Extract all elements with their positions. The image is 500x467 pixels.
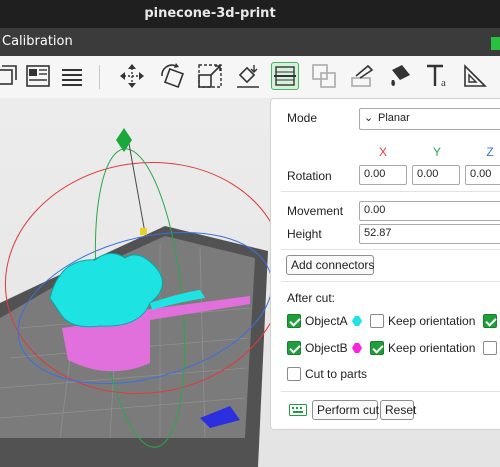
keep-orientation-b-checkbox[interactable] — [370, 341, 384, 355]
status-indicator — [491, 37, 500, 50]
rotation-z-input[interactable]: 0.00 — [465, 165, 500, 185]
mode-value: Planar — [378, 112, 410, 124]
reset-button[interactable]: Reset — [380, 400, 416, 420]
window-titlebar: pinecone-3d-print — [0, 0, 500, 28]
cut-plane-center-handle[interactable] — [140, 228, 147, 235]
scale-icon[interactable] — [196, 62, 224, 90]
cut-settings-panel: Mode ⌄ Planar X Y Z Rotation 0.00 0.00 0.… — [270, 98, 500, 430]
tab-bar: Calibration — [0, 28, 500, 56]
move-icon[interactable] — [118, 62, 146, 90]
cut-to-parts-checkbox[interactable] — [287, 367, 301, 381]
movement-input[interactable]: 0.00 — [359, 201, 500, 221]
main-toolbar: a — [0, 56, 500, 99]
after-cut-label: After cut: — [287, 291, 336, 305]
keyboard-icon[interactable] — [289, 404, 307, 416]
height-label: Height — [287, 227, 322, 241]
extra-option-a-checkbox[interactable] — [483, 314, 497, 328]
object-b-color-swatch — [352, 343, 362, 353]
object-a-color-swatch — [352, 316, 362, 326]
add-connectors-button[interactable]: Add connectors — [286, 255, 374, 275]
movement-label: Movement — [287, 204, 344, 218]
chevron-down-icon: ⌄ — [364, 112, 374, 124]
cut-axis-line — [127, 137, 146, 234]
divider — [281, 249, 500, 250]
object-a-checkbox[interactable] — [287, 314, 301, 328]
cut-to-parts-label: Cut to parts — [305, 367, 368, 381]
window-title: pinecone-3d-print — [144, 6, 276, 21]
divider — [281, 391, 500, 392]
tab-calibration[interactable]: Calibration — [2, 34, 73, 49]
rotation-x-input[interactable]: 0.00 — [359, 165, 407, 185]
axis-x-label: X — [378, 145, 387, 159]
rotation-label: Rotation — [287, 169, 332, 183]
list-icon[interactable] — [58, 62, 86, 90]
rotate-icon[interactable] — [158, 62, 186, 90]
boolean-icon[interactable] — [310, 62, 338, 90]
measure-icon[interactable] — [461, 62, 489, 90]
layout-icon[interactable] — [24, 62, 52, 90]
support-paint-icon[interactable] — [348, 62, 376, 90]
divider — [281, 281, 500, 282]
keep-orientation-b-label: Keep orientation — [388, 341, 476, 355]
divider — [281, 191, 500, 192]
axis-y-label: Y — [432, 145, 441, 159]
height-input[interactable]: 52.87 — [359, 224, 500, 244]
toolbar-separator — [99, 65, 100, 89]
object-b-label: ObjectB — [305, 341, 348, 355]
object-b-checkbox[interactable] — [287, 341, 301, 355]
arrange-icon[interactable] — [0, 62, 24, 90]
object-a-label: ObjectA — [305, 314, 348, 328]
keep-orientation-a-checkbox[interactable] — [370, 314, 384, 328]
rotation-y-input[interactable]: 0.00 — [412, 165, 460, 185]
extra-option-b-checkbox[interactable] — [483, 341, 497, 355]
mode-select[interactable]: ⌄ Planar — [359, 108, 500, 130]
keep-orientation-a-label: Keep orientation — [388, 314, 476, 328]
mode-label: Mode — [287, 111, 318, 125]
cut-icon[interactable] — [271, 62, 299, 90]
place-on-face-icon[interactable] — [234, 62, 262, 90]
axis-z-label: Z — [486, 145, 494, 159]
svg-text:a: a — [441, 77, 446, 89]
perform-cut-button[interactable]: Perform cut — [312, 400, 379, 420]
color-paint-icon[interactable] — [386, 62, 414, 90]
text-icon[interactable]: a — [424, 62, 452, 90]
